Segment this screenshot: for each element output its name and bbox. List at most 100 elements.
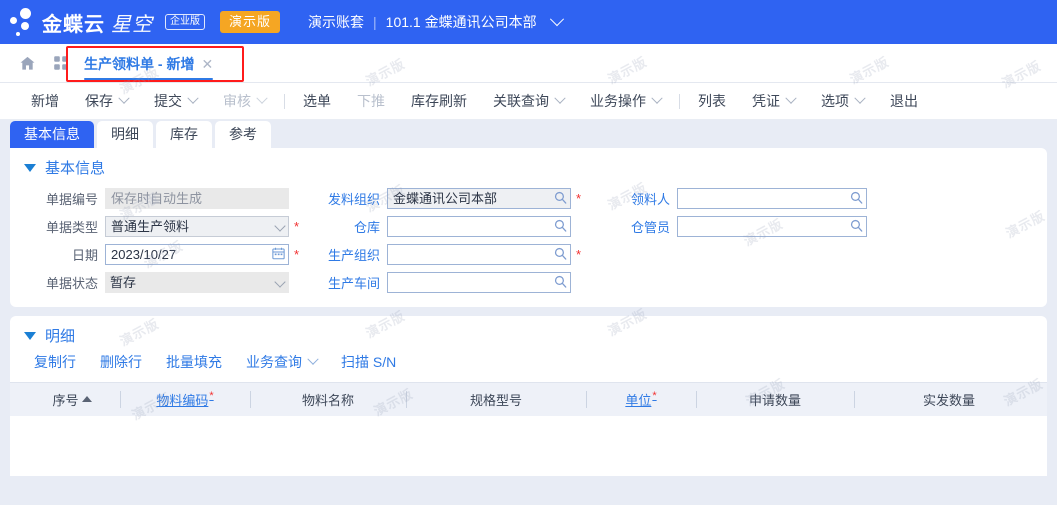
chevron-down-icon[interactable] — [554, 93, 565, 104]
toolbar-button-凭证[interactable]: 凭证 — [739, 83, 808, 119]
document-tab-active[interactable]: 生产领料单 - 新增 ✕ — [76, 46, 221, 82]
detail-grid: 序号物料编码*物料名称规格型号单位*申请数量 实发数量 — [10, 382, 1047, 476]
account-separator: | — [373, 14, 377, 30]
field-label-生产组织: 生产组织 — [310, 245, 387, 264]
org-label: 101.1 金蝶通讯公司本部 — [386, 12, 537, 32]
toolbar-button-退出[interactable]: 退出 — [877, 83, 931, 119]
basic-info-form: 单据编号保存时自动生成单据类型普通生产领料*日期2023/10/27*单据状态暂… — [10, 182, 1047, 307]
detail-grid-body[interactable] — [10, 416, 1047, 476]
search-icon[interactable] — [553, 246, 568, 266]
toolbar-button-label: 列表 — [698, 91, 726, 111]
toolbar-button-列表[interactable]: 列表 — [685, 83, 739, 119]
toolbar-button-新增[interactable]: 新增 — [18, 83, 72, 119]
basic-info-section-header[interactable]: 基本信息 — [10, 148, 1047, 182]
required-marker: * — [209, 390, 213, 402]
toolbar-button-label: 选单 — [303, 91, 331, 111]
form-row-发料组织: 发料组织金蝶通讯公司本部* — [310, 188, 600, 209]
grid-column-header-实发数量[interactable]: 实发数量 — [854, 383, 1044, 416]
field-input-领料人[interactable] — [677, 188, 867, 209]
form-row-生产车间: 生产车间 — [310, 272, 600, 293]
grid-column-label: 实发数量 — [923, 390, 975, 409]
toolbar-button-选单[interactable]: 选单 — [290, 83, 344, 119]
toolbar-button-label: 审核 — [223, 91, 251, 111]
chevron-down-icon[interactable] — [854, 93, 865, 104]
subtab-基本信息[interactable]: 基本信息 — [10, 121, 94, 148]
kingdee-logo-icon — [6, 5, 40, 39]
form-row-仓库: 仓库 — [310, 216, 600, 237]
demo-edition-badge[interactable]: 演示版 — [220, 11, 280, 33]
field-input-日期[interactable]: 2023/10/27 — [105, 244, 289, 265]
toolbar-button-label: 业务操作 — [590, 91, 646, 111]
field-input-发料组织[interactable]: 金蝶通讯公司本部 — [387, 188, 571, 209]
toolbar-button-保存[interactable]: 保存 — [72, 83, 141, 119]
grid-column-header-规格型号[interactable]: 规格型号 — [406, 383, 586, 416]
toolbar-button-label: 关联查询 — [493, 91, 549, 111]
subtab-库存[interactable]: 库存 — [156, 121, 212, 148]
toolbar-button-业务操作[interactable]: 业务操作 — [577, 83, 674, 119]
top-header-bar: 金蝶云星空 企业版 演示版 演示账套 | 101.1 金蝶通讯公司本部 — [0, 0, 1057, 44]
detail-button-扫描-S/N[interactable]: 扫描 S/N — [329, 352, 408, 372]
form-row-单据状态: 单据状态暂存 — [10, 272, 310, 293]
form-subtab-bar: 基本信息明细库存参考 — [0, 119, 1057, 148]
grid-column-header-物料编码[interactable]: 物料编码* — [120, 383, 250, 416]
brand-title: 金蝶云星空 企业版 演示版 — [42, 8, 280, 37]
triangle-down-icon[interactable] — [24, 332, 36, 340]
detail-grid-header: 序号物料编码*物料名称规格型号单位*申请数量 实发数量 — [10, 383, 1047, 416]
form-row-日期: 日期2023/10/27* — [10, 244, 310, 265]
triangle-down-icon[interactable] — [24, 164, 36, 172]
grid-column-header-单位[interactable]: 单位* — [586, 383, 696, 416]
grid-column-header-申请数量[interactable]: 申请数量 — [696, 383, 854, 416]
toolbar-button-label: 提交 — [154, 91, 182, 111]
toolbar-button-选项[interactable]: 选项 — [808, 83, 877, 119]
search-icon[interactable] — [553, 274, 568, 294]
chevron-down-icon[interactable] — [187, 93, 198, 104]
sort-ascending-icon[interactable] — [82, 396, 92, 402]
grid-column-header-序号[interactable]: 序号 — [24, 383, 120, 416]
subtab-明细[interactable]: 明细 — [97, 121, 153, 148]
home-icon[interactable] — [14, 50, 40, 76]
subtab-参考[interactable]: 参考 — [215, 121, 271, 148]
grid-apps-icon[interactable] — [48, 50, 74, 76]
field-input-仓库[interactable] — [387, 216, 571, 237]
detail-button-批量填充[interactable]: 批量填充 — [154, 352, 234, 372]
field-value-发料组织: 金蝶通讯公司本部 — [393, 189, 497, 208]
basic-form-column-2: 发料组织金蝶通讯公司本部*仓库生产组织*生产车间 — [310, 188, 600, 293]
field-input-单据状态[interactable]: 暂存 — [105, 272, 289, 293]
chevron-down-icon[interactable] — [550, 12, 564, 26]
required-marker: * — [294, 248, 299, 262]
basic-form-column-3: 领料人仓管员 — [600, 188, 890, 293]
toolbar-button-label: 新增 — [31, 91, 59, 111]
search-icon[interactable] — [553, 218, 568, 238]
field-label-领料人: 领料人 — [600, 189, 677, 208]
field-label-仓库: 仓库 — [310, 217, 387, 236]
field-value-单据状态: 暂存 — [110, 273, 136, 292]
detail-section-title: 明细 — [45, 325, 75, 346]
chevron-down-icon[interactable] — [307, 354, 318, 365]
toolbar-button-库存刷新[interactable]: 库存刷新 — [398, 83, 480, 119]
toolbar-button-下推: 下推 — [344, 83, 398, 119]
field-input-生产车间[interactable] — [387, 272, 571, 293]
field-input-单据类型[interactable]: 普通生产领料 — [105, 216, 289, 237]
chevron-down-icon[interactable] — [118, 93, 129, 104]
detail-button-label: 扫描 S/N — [341, 352, 396, 372]
detail-button-业务查询[interactable]: 业务查询 — [234, 352, 329, 372]
toolbar-button-关联查询[interactable]: 关联查询 — [480, 83, 577, 119]
chevron-down-icon[interactable] — [785, 93, 796, 104]
detail-button-复制行[interactable]: 复制行 — [28, 352, 88, 372]
field-input-生产组织[interactable] — [387, 244, 571, 265]
search-icon[interactable] — [553, 190, 568, 210]
field-control-发料组织: 金蝶通讯公司本部 — [387, 188, 571, 209]
field-input-仓管员[interactable] — [677, 216, 867, 237]
toolbar-button-提交[interactable]: 提交 — [141, 83, 210, 119]
grid-column-header-物料名称[interactable]: 物料名称 — [250, 383, 406, 416]
detail-section-header[interactable]: 明细 — [10, 316, 1047, 350]
search-icon[interactable] — [849, 218, 864, 238]
required-marker: * — [576, 192, 581, 206]
close-icon[interactable]: ✕ — [201, 57, 213, 71]
page-body: 基本信息明细库存参考 基本信息 单据编号保存时自动生成单据类型普通生产领料*日期… — [0, 119, 1057, 505]
chevron-down-icon[interactable] — [651, 93, 662, 104]
detail-button-删除行[interactable]: 删除行 — [88, 352, 154, 372]
account-org-selector[interactable]: 演示账套 | 101.1 金蝶通讯公司本部 — [308, 12, 562, 32]
search-icon[interactable] — [849, 190, 864, 210]
calendar-icon[interactable] — [271, 246, 286, 266]
